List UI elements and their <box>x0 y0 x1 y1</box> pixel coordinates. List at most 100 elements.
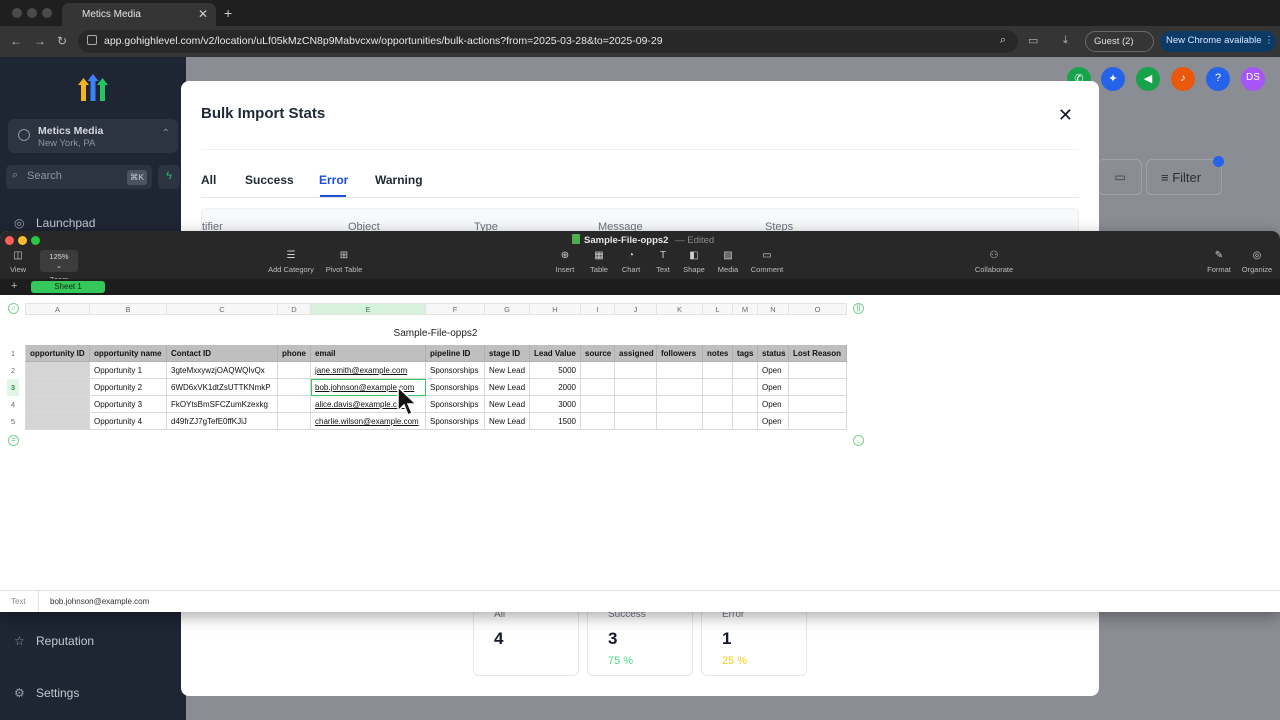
tab-error[interactable]: Error <box>319 173 348 187</box>
column-header[interactable]: source <box>581 345 615 362</box>
table-cell[interactable] <box>581 413 615 430</box>
column-header[interactable]: Lost Reason <box>789 345 847 362</box>
table-cell[interactable] <box>657 413 703 430</box>
close-icon[interactable]: ✕ <box>1058 105 1073 126</box>
table-cell[interactable] <box>733 396 758 413</box>
table-cell[interactable] <box>733 379 758 396</box>
table-cell[interactable] <box>25 379 90 396</box>
tab-warning[interactable]: Warning <box>375 173 423 187</box>
sheet-tab[interactable]: Sheet 1 <box>31 281 105 293</box>
more-menu-icon[interactable]: ⋮ <box>1264 35 1274 46</box>
table-cell[interactable] <box>278 413 311 430</box>
table-cell[interactable] <box>789 413 847 430</box>
window-zoom-dot[interactable] <box>42 8 52 18</box>
table-cell[interactable] <box>657 362 703 379</box>
column-letter-d[interactable]: D <box>278 303 311 315</box>
window-close-dot[interactable] <box>12 8 22 18</box>
cell-value-display[interactable]: bob.johnson@example.com <box>50 597 149 606</box>
zoom-select[interactable]: 125% ⌄ <box>40 250 78 272</box>
table-cell[interactable]: Opportunity 4 <box>90 413 167 430</box>
table-cell[interactable] <box>703 362 733 379</box>
search-input[interactable]: ⌕ Search ⌘K <box>6 165 152 189</box>
table-cell[interactable]: Opportunity 2 <box>90 379 167 396</box>
update-chrome-button[interactable]: New Chrome available ⋮ <box>1160 31 1276 52</box>
column-letter-h[interactable]: H <box>530 303 581 315</box>
row-number-5[interactable]: 5 <box>7 413 19 430</box>
row-number-1[interactable]: 1 <box>7 345 19 362</box>
filter-button[interactable]: ≡ Filter <box>1146 159 1222 195</box>
insert-button[interactable]: ⊕ Insert <box>553 250 577 274</box>
table-cell[interactable]: 6WD6xVK1dtZsUTTKNmkP <box>167 379 278 396</box>
table-cell[interactable]: jane.smith@example.com <box>311 362 426 379</box>
close-icon[interactable]: ✕ <box>198 7 208 21</box>
resize-table-handle[interactable]: ◟ <box>853 435 864 446</box>
add-column-handle[interactable]: || <box>853 303 864 314</box>
table-cell[interactable] <box>278 379 311 396</box>
window-zoom-dot[interactable] <box>31 236 40 245</box>
table-cell[interactable] <box>789 362 847 379</box>
column-header[interactable]: phone <box>278 345 311 362</box>
cast-icon[interactable]: ▭ <box>1028 34 1038 47</box>
row-number-4[interactable]: 4 <box>7 396 19 413</box>
quick-action-button[interactable]: ϟ <box>158 165 180 189</box>
browser-tab[interactable]: Metics Media ✕ <box>62 3 216 26</box>
organize-button[interactable]: ◎ Organize <box>1240 250 1274 274</box>
table-cell[interactable]: Open <box>758 413 789 430</box>
column-letter-m[interactable]: M <box>733 303 758 315</box>
table-cell[interactable] <box>615 413 657 430</box>
column-header[interactable]: stage ID <box>485 345 530 362</box>
view-button[interactable]: ◫ View <box>8 250 28 274</box>
pivot-table-button[interactable]: ⊞ Pivot Table <box>322 250 366 274</box>
tab-success[interactable]: Success <box>245 173 294 187</box>
table-cell[interactable] <box>703 413 733 430</box>
table-cell[interactable] <box>615 396 657 413</box>
table-cell[interactable]: Opportunity 1 <box>90 362 167 379</box>
table-cell[interactable]: Open <box>758 362 789 379</box>
column-header[interactable]: Contact ID <box>167 345 278 362</box>
comment-button[interactable]: ▭ Comment <box>749 250 785 274</box>
tab-all[interactable]: All <box>201 173 216 187</box>
column-letter-l[interactable]: L <box>703 303 733 315</box>
table-cell[interactable]: 1500 <box>530 413 581 430</box>
address-bar[interactable]: app.gohighlevel.com/v2/location/uLf05kMz… <box>78 30 1018 53</box>
window-minimize-dot[interactable] <box>18 236 27 245</box>
table-cell[interactable] <box>703 379 733 396</box>
table-cell[interactable]: 2000 <box>530 379 581 396</box>
table-cell[interactable]: 5000 <box>530 362 581 379</box>
row-number-3[interactable]: 3 <box>7 379 19 396</box>
table-cell[interactable]: 3gteMxxywzjOAQWQIvQx <box>167 362 278 379</box>
table-cell[interactable]: New Lead <box>485 413 530 430</box>
table-cell[interactable] <box>789 396 847 413</box>
table-cell[interactable] <box>615 362 657 379</box>
column-header[interactable]: status <box>758 345 789 362</box>
table-cell[interactable]: Open <box>758 396 789 413</box>
table-cell[interactable] <box>581 396 615 413</box>
new-tab-icon[interactable]: + <box>224 5 232 21</box>
megaphone-icon[interactable]: ◀ <box>1136 67 1160 91</box>
table-cell[interactable] <box>657 396 703 413</box>
add-sheet-icon[interactable]: + <box>11 280 17 292</box>
column-letter-c[interactable]: C <box>167 303 278 315</box>
column-letter-g[interactable]: G <box>485 303 530 315</box>
sidebar-item-reputation[interactable]: ☆ Reputation <box>14 634 94 648</box>
column-header[interactable]: assigned <box>615 345 657 362</box>
back-icon[interactable]: ← <box>10 34 22 48</box>
table-cell[interactable]: New Lead <box>485 379 530 396</box>
column-header[interactable]: email <box>311 345 426 362</box>
column-header[interactable]: pipeline ID <box>426 345 485 362</box>
table-cell[interactable] <box>25 396 90 413</box>
column-header[interactable]: tags <box>733 345 758 362</box>
sidebar-item-launchpad[interactable]: ◎ Launchpad <box>14 216 95 230</box>
location-switcher[interactable]: Metics Media New York, PA ⌃ <box>8 119 178 153</box>
table-cell[interactable]: New Lead <box>485 362 530 379</box>
ai-assistant-icon[interactable]: ✦ <box>1101 67 1125 91</box>
column-letter-o[interactable]: O <box>789 303 847 315</box>
column-header[interactable]: notes <box>703 345 733 362</box>
table-cell[interactable] <box>25 413 90 430</box>
column-letter-e[interactable]: E <box>311 303 426 315</box>
row-number-2[interactable]: 2 <box>7 362 19 379</box>
table-cell[interactable]: FkOYtsBmSFCZumKzexkg <box>167 396 278 413</box>
table-cell[interactable]: Sponsorships <box>426 362 485 379</box>
table-cell[interactable] <box>703 396 733 413</box>
column-letter-i[interactable]: I <box>581 303 615 315</box>
